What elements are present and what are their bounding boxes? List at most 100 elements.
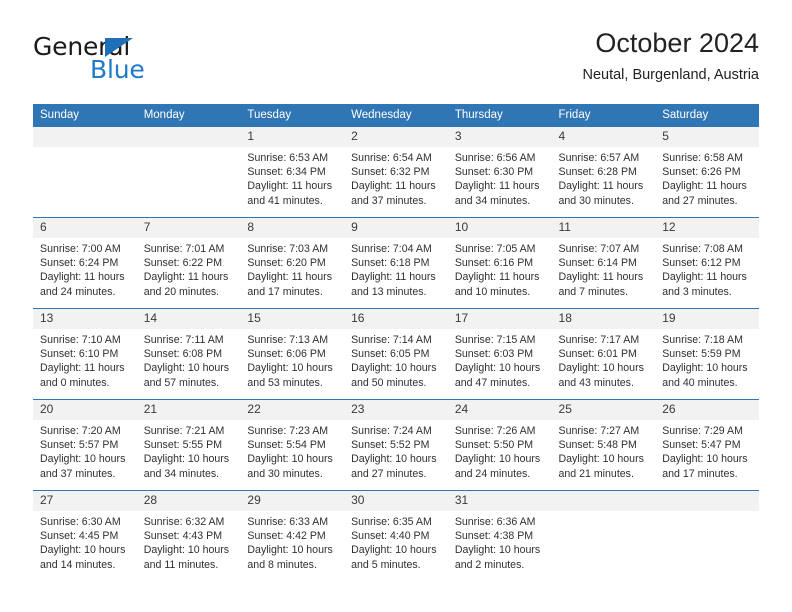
calendar-day-cell[interactable]: 4 Sunrise: 6:57 AM Sunset: 6:28 PM Daylight… bbox=[551, 126, 656, 218]
sunrise-time: Sunrise: 7:20 AM bbox=[40, 425, 121, 437]
day-details: Sunrise: 7:29 AM Sunset: 5:47 PM Daylight:… bbox=[655, 420, 759, 481]
day-number: 11 bbox=[551, 218, 656, 238]
calendar-day-cell[interactable]: 5 Sunrise: 6:58 AM Sunset: 6:26 PM Daylight… bbox=[655, 126, 759, 218]
day-number bbox=[551, 491, 656, 511]
sunset-time: Sunset: 6:20 PM bbox=[247, 257, 326, 270]
day-details: Sunrise: 6:58 AM Sunset: 6:26 PM Daylight:… bbox=[655, 147, 759, 208]
sunset-time: Sunset: 5:57 PM bbox=[40, 439, 119, 452]
daylight-duration-line2: and 2 minutes. bbox=[454, 558, 525, 571]
daylight-duration-line2: and 21 minutes. bbox=[558, 467, 634, 480]
day-number bbox=[136, 127, 241, 147]
daylight-duration-line2: and 40 minutes. bbox=[662, 376, 738, 389]
weekday-header-friday: Friday bbox=[551, 104, 656, 127]
day-number: 1 bbox=[240, 127, 345, 147]
day-number: 12 bbox=[655, 218, 759, 238]
day-number: 7 bbox=[136, 218, 241, 238]
calendar-day-cell[interactable]: 29 Sunrise: 6:33 AM Sunset: 4:42 PM Dayligh… bbox=[240, 490, 345, 581]
calendar-week-row: 13 Sunrise: 7:10 AM Sunset: 6:10 PM Dayligh… bbox=[33, 308, 759, 400]
day-details: Sunrise: 6:57 AM Sunset: 6:28 PM Daylight:… bbox=[552, 147, 656, 208]
daylight-duration-line2: and 13 minutes. bbox=[351, 285, 427, 298]
calendar-day-cell[interactable]: 25 Sunrise: 7:27 AM Sunset: 5:48 PM Dayligh… bbox=[551, 399, 656, 491]
calendar-week-row: 1 Sunrise: 6:53 AM Sunset: 6:34 PM Daylight… bbox=[33, 126, 759, 218]
daylight-duration-line2: and 43 minutes. bbox=[558, 376, 634, 389]
daylight-duration-line2: and 37 minutes. bbox=[351, 194, 427, 207]
daylight-duration-line1: Daylight: 11 hours bbox=[454, 180, 540, 193]
day-number: 10 bbox=[447, 218, 552, 238]
logo-text-blue: Blue bbox=[90, 55, 145, 84]
calendar-day-cell[interactable]: 11 Sunrise: 7:07 AM Sunset: 6:14 PM Dayligh… bbox=[551, 217, 656, 309]
daylight-duration-line1: Daylight: 10 hours bbox=[40, 453, 126, 466]
daylight-duration-line2: and 27 minutes. bbox=[662, 194, 738, 207]
calendar-day-cell[interactable]: 18 Sunrise: 7:17 AM Sunset: 6:01 PM Dayligh… bbox=[551, 308, 656, 400]
calendar-day-cell[interactable]: 16 Sunrise: 7:14 AM Sunset: 6:05 PM Dayligh… bbox=[344, 308, 448, 400]
sunrise-time: Sunrise: 6:53 AM bbox=[247, 152, 329, 164]
calendar-day-cell[interactable]: 8 Sunrise: 7:03 AM Sunset: 6:20 PM Daylight… bbox=[240, 217, 345, 309]
calendar-day-cell[interactable]: 1 Sunrise: 6:53 AM Sunset: 6:34 PM Daylight… bbox=[240, 126, 345, 218]
daylight-duration-line2: and 17 minutes. bbox=[662, 467, 738, 480]
sunset-time: Sunset: 4:45 PM bbox=[40, 530, 119, 543]
daylight-duration-line2: and 30 minutes. bbox=[247, 467, 323, 480]
sunset-time: Sunset: 5:54 PM bbox=[247, 439, 326, 452]
sunset-time: Sunset: 4:42 PM bbox=[247, 530, 326, 543]
calendar-day-cell[interactable]: 13 Sunrise: 7:10 AM Sunset: 6:10 PM Dayligh… bbox=[33, 308, 137, 400]
day-details: Sunrise: 7:01 AM Sunset: 6:22 PM Daylight:… bbox=[137, 238, 241, 299]
day-details: Sunrise: 7:10 AM Sunset: 6:10 PM Daylight:… bbox=[33, 329, 137, 390]
sunset-time: Sunset: 6:26 PM bbox=[662, 166, 741, 179]
sunset-time: Sunset: 5:59 PM bbox=[662, 348, 741, 361]
daylight-duration-line1: Daylight: 10 hours bbox=[662, 453, 748, 466]
day-number: 26 bbox=[655, 400, 759, 420]
daylight-duration-line1: Daylight: 10 hours bbox=[351, 544, 437, 557]
day-number: 17 bbox=[447, 309, 552, 329]
calendar-day-cell[interactable]: 21 Sunrise: 7:21 AM Sunset: 5:55 PM Dayligh… bbox=[136, 399, 241, 491]
sunset-time: Sunset: 6:03 PM bbox=[454, 348, 534, 361]
calendar-day-cell[interactable]: 20 Sunrise: 7:20 AM Sunset: 5:57 PM Dayligh… bbox=[33, 399, 137, 491]
day-number: 30 bbox=[344, 491, 448, 511]
daylight-duration-line1: Daylight: 11 hours bbox=[454, 271, 540, 284]
sunrise-time: Sunrise: 7:17 AM bbox=[558, 334, 640, 346]
day-number: 5 bbox=[655, 127, 759, 147]
calendar-day-cell[interactable]: 23 Sunrise: 7:24 AM Sunset: 5:52 PM Dayligh… bbox=[344, 399, 448, 491]
calendar-day-cell[interactable]: 10 Sunrise: 7:05 AM Sunset: 6:16 PM Dayligh… bbox=[447, 217, 552, 309]
daylight-duration-line2: and 30 minutes. bbox=[558, 194, 634, 207]
day-number: 19 bbox=[655, 309, 759, 329]
calendar-day-cell[interactable]: 30 Sunrise: 6:35 AM Sunset: 4:40 PM Dayligh… bbox=[344, 490, 448, 581]
calendar-day-cell[interactable]: 14 Sunrise: 7:11 AM Sunset: 6:08 PM Dayligh… bbox=[136, 308, 241, 400]
day-details: Sunrise: 7:23 AM Sunset: 5:54 PM Daylight:… bbox=[240, 420, 344, 481]
day-number: 16 bbox=[344, 309, 448, 329]
daylight-duration-line2: and 34 minutes. bbox=[143, 467, 220, 480]
calendar-day-cell[interactable]: 7 Sunrise: 7:01 AM Sunset: 6:22 PM Daylight… bbox=[136, 217, 241, 309]
day-details: Sunrise: 6:32 AM Sunset: 4:43 PM Daylight:… bbox=[137, 511, 241, 572]
calendar-day-cell[interactable]: 15 Sunrise: 7:13 AM Sunset: 6:06 PM Dayligh… bbox=[240, 308, 345, 400]
daylight-duration-line2: and 20 minutes. bbox=[143, 285, 220, 298]
sunrise-time: Sunrise: 7:01 AM bbox=[143, 243, 225, 255]
calendar-day-cell[interactable]: 6 Sunrise: 7:00 AM Sunset: 6:24 PM Daylight… bbox=[33, 217, 137, 309]
day-details: Sunrise: 7:05 AM Sunset: 6:16 PM Daylight:… bbox=[448, 238, 552, 299]
calendar-day-cell[interactable]: 28 Sunrise: 6:32 AM Sunset: 4:43 PM Dayligh… bbox=[136, 490, 241, 581]
calendar-day-cell[interactable]: 17 Sunrise: 7:15 AM Sunset: 6:03 PM Dayligh… bbox=[447, 308, 552, 400]
daylight-duration-line2: and 7 minutes. bbox=[558, 285, 629, 298]
calendar-day-cell[interactable]: 12 Sunrise: 7:08 AM Sunset: 6:12 PM Dayligh… bbox=[655, 217, 759, 309]
calendar-body: 1 Sunrise: 6:53 AM Sunset: 6:34 PM Daylight… bbox=[33, 126, 759, 581]
calendar-day-cell[interactable]: 2 Sunrise: 6:54 AM Sunset: 6:32 PM Daylight… bbox=[344, 126, 448, 218]
calendar-day-cell[interactable]: 27 Sunrise: 6:30 AM Sunset: 4:45 PM Dayligh… bbox=[33, 490, 137, 581]
day-details: Sunrise: 7:26 AM Sunset: 5:50 PM Daylight:… bbox=[448, 420, 552, 481]
daylight-duration-line2: and 11 minutes. bbox=[143, 558, 219, 571]
sunrise-time: Sunrise: 7:27 AM bbox=[558, 425, 640, 437]
daylight-duration-line2: and 34 minutes. bbox=[454, 194, 531, 207]
calendar-day-cell[interactable]: 3 Sunrise: 6:56 AM Sunset: 6:30 PM Daylight… bbox=[447, 126, 552, 218]
calendar-day-cell[interactable]: 19 Sunrise: 7:18 AM Sunset: 5:59 PM Dayligh… bbox=[655, 308, 759, 400]
day-number: 6 bbox=[33, 218, 137, 238]
sunrise-time: Sunrise: 6:36 AM bbox=[454, 516, 536, 528]
daylight-duration-line2: and 17 minutes. bbox=[247, 285, 323, 298]
sunset-time: Sunset: 4:40 PM bbox=[351, 530, 430, 543]
calendar-day-cell[interactable]: 31 Sunrise: 6:36 AM Sunset: 4:38 PM Dayligh… bbox=[447, 490, 552, 581]
calendar-day-cell[interactable]: 26 Sunrise: 7:29 AM Sunset: 5:47 PM Dayligh… bbox=[655, 399, 759, 491]
calendar-day-cell[interactable]: 24 Sunrise: 7:26 AM Sunset: 5:50 PM Dayligh… bbox=[447, 399, 552, 491]
sunrise-time: Sunrise: 7:10 AM bbox=[40, 334, 121, 346]
day-number bbox=[33, 127, 137, 147]
daylight-duration-line2: and 50 minutes. bbox=[351, 376, 427, 389]
calendar-day-cell[interactable]: 9 Sunrise: 7:04 AM Sunset: 6:18 PM Daylight… bbox=[344, 217, 448, 309]
calendar-day-cell[interactable]: 22 Sunrise: 7:23 AM Sunset: 5:54 PM Dayligh… bbox=[240, 399, 345, 491]
day-details: Sunrise: 7:14 AM Sunset: 6:05 PM Daylight:… bbox=[344, 329, 448, 390]
sunset-time: Sunset: 6:14 PM bbox=[558, 257, 637, 270]
